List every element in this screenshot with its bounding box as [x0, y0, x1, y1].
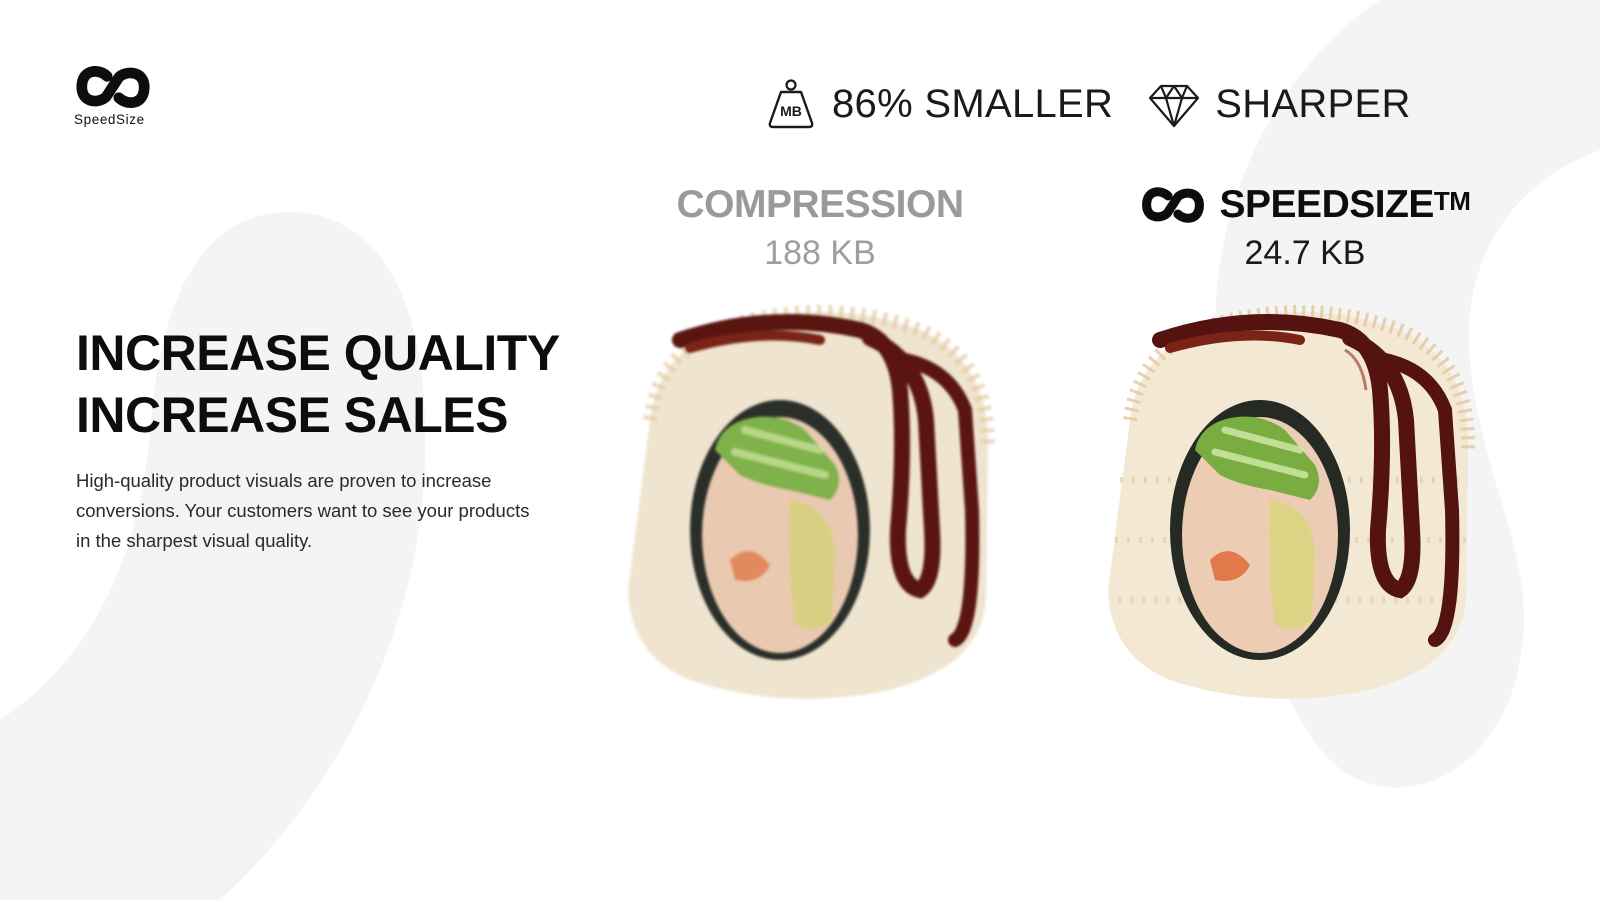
speedsize-column: SPEEDSIZE TM 24.7 KB — [1110, 180, 1500, 273]
feature-badges: MB 86% SMALLER SHARPER — [764, 76, 1411, 132]
speedsize-title-text: SPEEDSIZE — [1219, 183, 1435, 226]
sushi-image-compressed — [628, 305, 996, 699]
compression-title-text: COMPRESSION — [676, 183, 964, 226]
feature-sharper-label: SHARPER — [1215, 81, 1411, 126]
weight-badge-text: MB — [780, 103, 802, 119]
hero-line-2: INCREASE SALES — [76, 387, 508, 443]
hero-heading: INCREASE QUALITY INCREASE SALES — [76, 322, 560, 446]
brand-logo[interactable]: SpeedSize — [74, 64, 156, 127]
speedsize-logo-icon — [76, 66, 150, 108]
diamond-icon — [1149, 84, 1200, 128]
feature-smaller-label: 86% SMALLER — [832, 81, 1114, 126]
compression-title: COMPRESSION — [640, 180, 1000, 230]
feature-smaller: MB 86% SMALLER — [764, 77, 1113, 131]
weight-mb-icon: MB — [768, 79, 814, 129]
brand-name: SpeedSize — [74, 112, 145, 127]
sushi-image-speedsize — [1108, 305, 1476, 699]
speedsize-file-size: 24.7 KB — [1244, 234, 1366, 272]
hero-line-1: INCREASE QUALITY — [76, 325, 560, 381]
feature-sharper: SHARPER — [1147, 77, 1410, 131]
speedsize-logo-icon — [1141, 187, 1204, 223]
hero-description: High-quality product visuals are proven … — [76, 470, 530, 551]
compression-file-size: 188 KB — [764, 234, 876, 272]
speedsize-title: SPEEDSIZE TM — [1110, 180, 1500, 230]
compression-column: COMPRESSION 188 KB — [640, 180, 1000, 273]
